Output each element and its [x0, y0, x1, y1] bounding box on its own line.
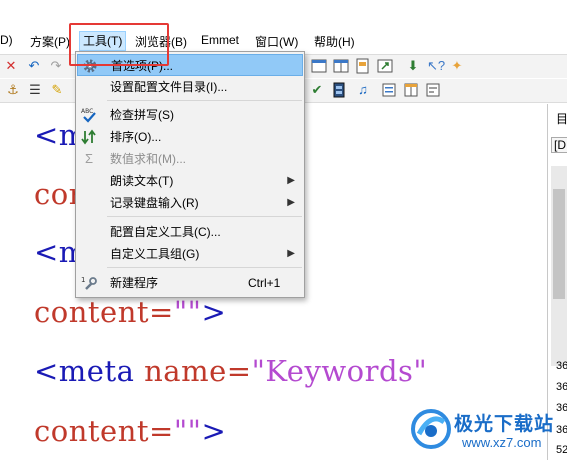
side-scrollbar-thumb[interactable]	[553, 189, 565, 299]
menu-option-read-text[interactable]: 朗读文本(T) ▶	[77, 170, 303, 192]
menu-option-tool-groups[interactable]: 自定义工具组(G) ▶	[77, 243, 303, 265]
menu-option-label: 设置配置文件目录(I)...	[110, 80, 228, 94]
download-icon[interactable]: ⬇	[405, 58, 421, 74]
code-token: content=	[34, 414, 174, 448]
submenu-arrow-icon: ▶	[287, 175, 295, 186]
tools-dropdown-menu: 首选项(P)... 设置配置文件目录(I)... ABC 检查拼写(S) 排序(…	[75, 51, 305, 298]
menu-option-config-tools[interactable]: 配置自定义工具(C)...	[77, 221, 303, 243]
watermark: 极光下载站 www.xz7.com	[410, 406, 567, 460]
menu-option-record-keys[interactable]: 记录键盘输入(R) ▶	[77, 192, 303, 214]
menu-item-scheme[interactable]: 方案(P)	[30, 33, 70, 50]
menu-option-label: 朗读文本(T)	[110, 174, 174, 188]
side-panel-tab[interactable]: 目	[556, 110, 567, 127]
menu-option-label: 自定义工具组(G)	[110, 247, 200, 261]
split-window-icon[interactable]	[333, 58, 349, 74]
music-icon[interactable]: ♫	[355, 82, 371, 98]
menu-option-sort[interactable]: 排序(O)...	[77, 126, 303, 148]
code-token: ""	[173, 295, 202, 329]
code-token: "Keywords"	[251, 354, 428, 388]
menu-separator	[107, 267, 302, 268]
puzzle-icon[interactable]: ✦	[449, 58, 465, 74]
code-token: content=	[34, 295, 174, 329]
menu-option-sum[interactable]: Σ 数值求和(M)...	[77, 148, 303, 170]
code-token: >	[201, 414, 227, 448]
wrench-icon: 1	[81, 275, 97, 291]
code-line: content="">	[34, 414, 226, 448]
submenu-arrow-icon: ▶	[287, 197, 295, 208]
table-icon[interactable]	[403, 82, 419, 98]
submenu-arrow-icon: ▶	[287, 248, 295, 259]
menu-item-window[interactable]: 窗口(W)	[255, 33, 298, 50]
check-icon[interactable]: ✔	[309, 82, 325, 98]
menu-bar: D) 方案(P) 工具(T) 浏览器(B) Emmet 窗口(W) 帮助(H)	[0, 30, 567, 52]
menu-option-label: 配置自定义工具(C)...	[110, 225, 221, 239]
form-icon[interactable]	[425, 82, 441, 98]
svg-text:ABC: ABC	[81, 108, 93, 115]
menu-separator	[107, 100, 302, 101]
code-token: <meta	[34, 354, 145, 388]
anchor-icon[interactable]: ⚓	[5, 82, 21, 98]
menu-item-emmet[interactable]: Emmet	[201, 33, 239, 47]
close-icon[interactable]: ✕	[3, 58, 19, 74]
sigma-icon: Σ	[84, 151, 94, 166]
menu-option-new-program[interactable]: 1 新建程序 Ctrl+1	[77, 272, 303, 294]
svg-text:1: 1	[81, 276, 85, 284]
undo-icon[interactable]: ↶	[26, 58, 42, 74]
gear-icon	[82, 58, 98, 74]
code-token: name=	[144, 354, 252, 388]
document-icon[interactable]	[355, 58, 371, 74]
sort-icon	[81, 129, 97, 145]
menu-item-edit[interactable]: D)	[0, 33, 13, 47]
list-item[interactable]: 36	[556, 360, 567, 372]
redo-icon[interactable]: ↷	[48, 58, 64, 74]
spellcheck-icon: ABC	[81, 107, 97, 123]
menu-option-label: 数值求和(M)...	[110, 152, 186, 166]
menu-option-label: 检查拼写(S)	[110, 108, 174, 122]
list-item[interactable]: 36	[556, 381, 567, 393]
export-icon[interactable]	[377, 58, 393, 74]
lines-icon[interactable]: ☰	[27, 82, 43, 98]
menu-separator	[107, 216, 302, 217]
help-cursor-icon[interactable]: ↖?	[427, 58, 445, 74]
menu-option-label: 首选项(P)...	[111, 59, 173, 73]
watermark-title: 极光下载站	[454, 414, 555, 435]
menu-item-browser[interactable]: 浏览器(B)	[135, 33, 187, 50]
code-token: ""	[173, 414, 202, 448]
code-line: <meta name="Keywords"	[34, 354, 427, 388]
code-token: >	[201, 295, 227, 329]
list-icon[interactable]	[381, 82, 397, 98]
menu-option-config-dir[interactable]: 设置配置文件目录(I)...	[77, 76, 303, 98]
menu-option-preferences[interactable]: 首选项(P)...	[77, 54, 303, 76]
window-icon[interactable]	[311, 58, 327, 74]
film-icon[interactable]	[331, 82, 347, 98]
pencil-icon[interactable]: ✎	[49, 82, 65, 98]
drive-selector[interactable]: [D	[551, 137, 567, 153]
code-line: content="">	[34, 295, 226, 329]
menu-option-label: 记录键盘输入(R)	[110, 196, 199, 210]
watermark-url: www.xz7.com	[462, 435, 542, 450]
brand-logo-icon	[410, 408, 452, 450]
menu-option-spellcheck[interactable]: ABC 检查拼写(S)	[77, 104, 303, 126]
menu-option-label: 新建程序	[110, 276, 159, 290]
menu-item-tools[interactable]: 工具(T)	[79, 31, 127, 51]
menu-option-shortcut: Ctrl+1	[248, 276, 281, 290]
menu-option-label: 排序(O)...	[110, 130, 162, 144]
menu-item-help[interactable]: 帮助(H)	[314, 33, 355, 50]
